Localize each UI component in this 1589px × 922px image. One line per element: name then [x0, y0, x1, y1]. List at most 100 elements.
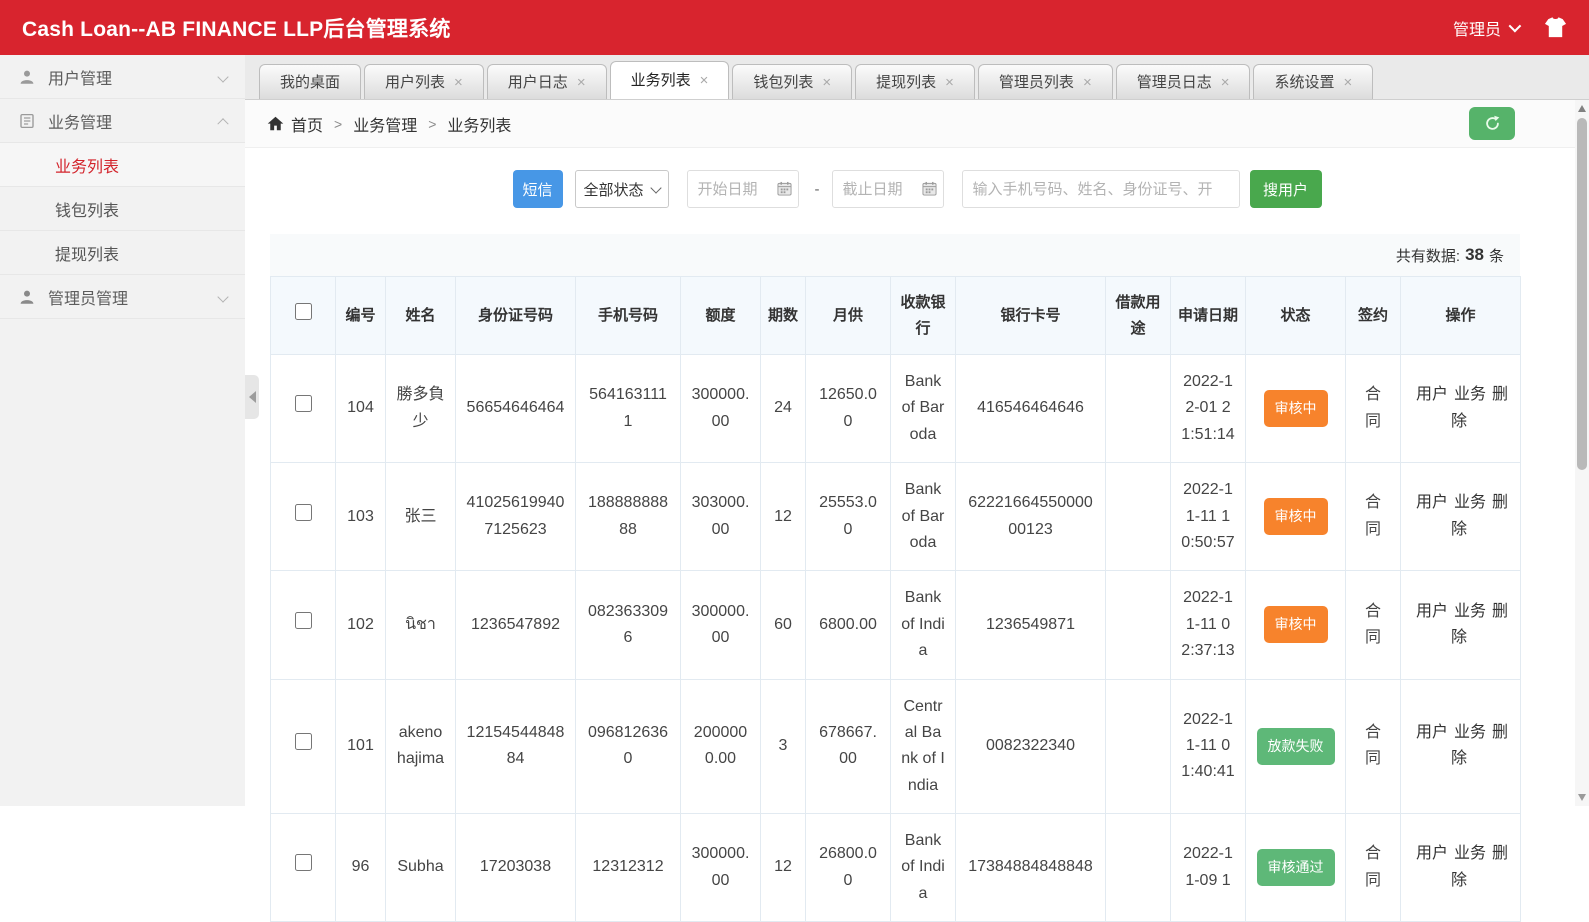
- tab-钱包列表[interactable]: 钱包列表×: [732, 64, 852, 99]
- contract-link[interactable]: 合同: [1365, 720, 1382, 773]
- scroll-down-arrow-icon[interactable]: [1578, 794, 1586, 801]
- cell-monthly: 25553.00: [806, 463, 891, 571]
- tab-提现列表[interactable]: 提现列表×: [855, 64, 975, 99]
- scroll-up-arrow-icon[interactable]: [1578, 105, 1586, 112]
- action-user-link[interactable]: 用户: [1416, 724, 1448, 741]
- search-user-button[interactable]: 搜用户: [1250, 170, 1322, 208]
- action-user-link[interactable]: 用户: [1416, 386, 1448, 403]
- sidebar-item-业务列表[interactable]: 业务列表: [0, 143, 245, 187]
- tab-close-icon[interactable]: ×: [822, 75, 831, 90]
- row-checkbox[interactable]: [295, 854, 312, 871]
- tab-我的桌面[interactable]: 我的桌面: [259, 64, 361, 99]
- tab-close-icon[interactable]: ×: [1221, 75, 1230, 90]
- cell-amount: 300000.00: [681, 814, 761, 922]
- theme-shirt-icon[interactable]: [1544, 16, 1567, 39]
- row-checkbox[interactable]: [295, 504, 312, 521]
- action-business-link[interactable]: 业务: [1454, 724, 1486, 741]
- contract-link[interactable]: 合同: [1365, 490, 1382, 543]
- sidebar-group[interactable]: 用户管理: [0, 55, 245, 99]
- cell-status: 审核中: [1246, 571, 1346, 679]
- action-business-link[interactable]: 业务: [1454, 386, 1486, 403]
- tab-label: 系统设置: [1274, 66, 1334, 99]
- chevron-down-icon: [217, 291, 228, 302]
- tab-系统设置[interactable]: 系统设置 ×: [1253, 64, 1373, 99]
- contract-link[interactable]: 合同: [1365, 841, 1382, 894]
- refresh-button[interactable]: [1469, 107, 1515, 140]
- cell-card: 17384884848848: [956, 814, 1106, 922]
- action-user-link[interactable]: 用户: [1416, 845, 1448, 862]
- tab-管理员日志[interactable]: 管理员日志×: [1116, 64, 1251, 99]
- status-badge[interactable]: 审核中: [1264, 498, 1328, 535]
- tab-业务列表[interactable]: 业务列表×: [610, 61, 730, 99]
- tab-用户日志[interactable]: 用户日志 ×: [487, 64, 607, 99]
- cell-actions: 用户业务删除: [1401, 355, 1521, 463]
- calendar-icon[interactable]: [922, 181, 937, 201]
- sidebar-collapse-handle[interactable]: [245, 375, 259, 419]
- vertical-scrollbar[interactable]: [1575, 100, 1589, 806]
- chevron-down-icon: [650, 182, 661, 193]
- cell-purpose: [1106, 355, 1171, 463]
- sms-button[interactable]: 短信: [513, 170, 563, 208]
- row-checkbox-cell: [271, 463, 336, 571]
- action-user-link[interactable]: 用户: [1416, 603, 1448, 620]
- cell-bank: Bank of India: [891, 571, 956, 679]
- status-badge[interactable]: 审核中: [1264, 390, 1328, 427]
- business-table: 编号姓名身份证号码手机号码额度期数月供收款银行银行卡号借款用途申请日期状态签约操…: [270, 276, 1521, 922]
- cell-contract: 合同: [1346, 355, 1401, 463]
- chevron-down-icon: [217, 71, 228, 82]
- cell-actions: 用户业务删除: [1401, 814, 1521, 922]
- cell-id: 96: [336, 814, 386, 922]
- sidebar-group[interactable]: 管理员管理: [0, 275, 245, 319]
- sidebar-group[interactable]: 业务管理: [0, 99, 245, 143]
- admin-user-menu[interactable]: 管理员: [1453, 16, 1518, 40]
- cell-date: 2022-11-09 1: [1171, 814, 1246, 922]
- calendar-icon[interactable]: [777, 181, 792, 201]
- cell-name: Subha: [386, 814, 456, 922]
- cell-status: 审核通过: [1246, 814, 1346, 922]
- scrollbar-thumb[interactable]: [1577, 118, 1587, 470]
- breadcrumb-item-business-mgmt[interactable]: 业务管理: [353, 112, 417, 136]
- tab-close-icon[interactable]: ×: [1083, 75, 1092, 90]
- contract-link[interactable]: 合同: [1365, 382, 1382, 435]
- cell-periods: 3: [761, 679, 806, 814]
- total-label: 共有数据:: [1396, 245, 1460, 266]
- sidebar-item-钱包列表[interactable]: 钱包列表: [0, 187, 245, 231]
- tab-管理员列表[interactable]: 管理员列表×: [978, 64, 1113, 99]
- breadcrumb-home[interactable]: 首页: [267, 112, 323, 136]
- cell-contract: 合同: [1346, 679, 1401, 814]
- action-business-link[interactable]: 业务: [1454, 845, 1486, 862]
- tab-close-icon[interactable]: ×: [454, 75, 463, 90]
- cell-bank: Bank of Baroda: [891, 355, 956, 463]
- cell-bank: Bank of Baroda: [891, 463, 956, 571]
- contract-link[interactable]: 合同: [1365, 599, 1382, 652]
- admin-user-label: 管理员: [1453, 16, 1501, 40]
- row-checkbox[interactable]: [295, 612, 312, 629]
- tab-用户列表[interactable]: 用户列表×: [364, 64, 484, 99]
- status-select[interactable]: 全部状态: [575, 170, 669, 208]
- row-checkbox[interactable]: [295, 733, 312, 750]
- row-checkbox-cell: [271, 814, 336, 922]
- status-badge[interactable]: 审核通过: [1257, 849, 1335, 886]
- row-checkbox[interactable]: [295, 395, 312, 412]
- action-user-link[interactable]: 用户: [1416, 494, 1448, 511]
- tab-close-icon[interactable]: ×: [1344, 75, 1353, 90]
- action-business-link[interactable]: 业务: [1454, 494, 1486, 511]
- row-checkbox-cell: [271, 679, 336, 814]
- column-header: 收款银行: [891, 277, 956, 355]
- tab-close-icon[interactable]: ×: [945, 75, 954, 90]
- cell-contract: 合同: [1346, 463, 1401, 571]
- tab-close-icon[interactable]: ×: [700, 73, 709, 88]
- table-row: 103张三41025619940712562318888888888303000…: [271, 463, 1521, 571]
- table-body: 104勝多負少566546464645641631111300000.00241…: [271, 355, 1521, 922]
- action-business-link[interactable]: 业务: [1454, 603, 1486, 620]
- status-badge[interactable]: 放款失败: [1257, 728, 1335, 765]
- tab-close-icon[interactable]: ×: [577, 75, 586, 90]
- breadcrumb-item-business-list[interactable]: 业务列表: [447, 112, 511, 136]
- select-all-checkbox[interactable]: [295, 303, 312, 320]
- status-badge[interactable]: 审核中: [1264, 606, 1328, 643]
- sidebar-item-提现列表[interactable]: 提现列表: [0, 231, 245, 275]
- search-input[interactable]: [962, 170, 1240, 208]
- cell-date: 2022-11-11 01:40:41: [1171, 679, 1246, 814]
- document-icon: [18, 112, 36, 130]
- tab-label: 用户日志: [508, 66, 568, 99]
